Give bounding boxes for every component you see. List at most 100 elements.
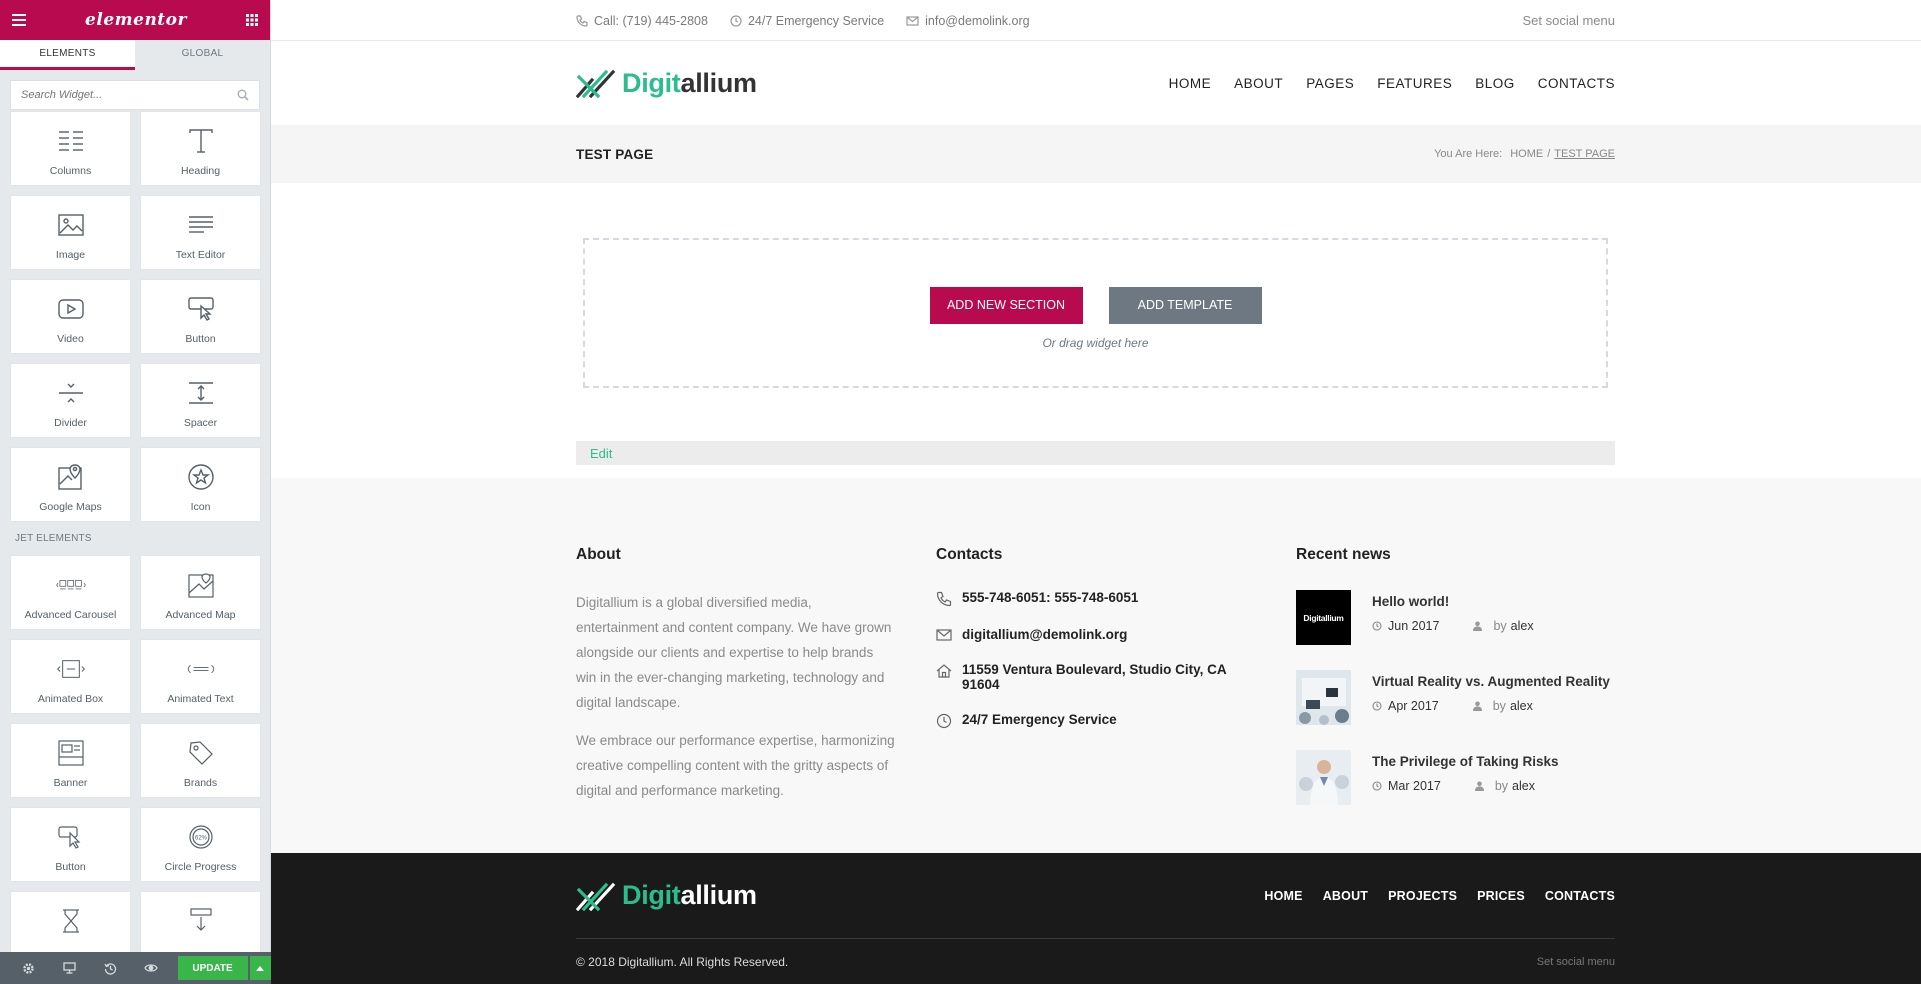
widget-jet-button[interactable]: Button <box>10 807 131 882</box>
panel-tabs: ELEMENTS GLOBAL <box>0 40 270 70</box>
widget-label: Divider <box>54 417 87 429</box>
responsive-desktop-icon[interactable] <box>49 952 90 984</box>
news-title[interactable]: The Privilege of Taking Risks <box>1372 754 1559 769</box>
widget-google-maps[interactable]: Google Maps <box>10 447 131 522</box>
site-logo[interactable]: Digitallium <box>576 68 757 99</box>
nav-about[interactable]: ABOUT <box>1234 76 1283 91</box>
news-item[interactable]: The Privilege of Taking Risks Mar 2017 b… <box>1296 750 1626 805</box>
breadcrumb-separator: / <box>1547 148 1551 160</box>
contact-email[interactable]: digitallium@demolink.org <box>936 627 1256 642</box>
footer-logo[interactable]: Digitallium <box>576 880 757 911</box>
spacer-icon <box>186 378 216 408</box>
nav-blog[interactable]: BLOG <box>1475 76 1515 91</box>
news-date: Jun 2017 <box>1372 619 1439 633</box>
footer-nav-prices[interactable]: PRICES <box>1477 889 1525 903</box>
widget-image[interactable]: Image <box>10 195 131 270</box>
widget-banner[interactable]: Banner <box>10 723 131 798</box>
update-options-arrow[interactable] <box>249 956 271 980</box>
news-thumbnail[interactable] <box>1296 670 1351 725</box>
widget-advanced-map[interactable]: Advanced Map <box>140 555 261 630</box>
widget-video[interactable]: Video <box>10 279 131 354</box>
news-item[interactable]: Virtual Reality vs. Augmented Reality Ap… <box>1296 670 1626 725</box>
footer-nav-contacts[interactable]: CONTACTS <box>1545 889 1615 903</box>
nav-features[interactable]: FEATURES <box>1377 76 1452 91</box>
widget-columns[interactable]: Columns <box>10 111 131 186</box>
add-new-section-button[interactable]: ADD NEW SECTION <box>929 286 1083 324</box>
user-icon <box>1474 781 1490 791</box>
text-editor-icon <box>186 210 216 240</box>
widget-download[interactable] <box>140 891 261 952</box>
widget-text-editor[interactable]: Text Editor <box>140 195 261 270</box>
news-thumbnail[interactable] <box>1296 750 1351 805</box>
svg-text:62%: 62% <box>194 836 207 842</box>
widget-brands[interactable]: Brands <box>140 723 261 798</box>
heading-icon <box>186 126 216 156</box>
nav-home[interactable]: HOME <box>1169 76 1212 91</box>
preview-eye-icon[interactable] <box>131 952 172 984</box>
news-thumbnail[interactable]: Digitallium <box>1296 590 1351 645</box>
settings-gear-icon[interactable] <box>8 952 49 984</box>
footer-nav-projects[interactable]: PROJECTS <box>1388 889 1457 903</box>
widget-advanced-carousel[interactable]: Advanced Carousel <box>10 555 131 630</box>
news-title[interactable]: Virtual Reality vs. Augmented Reality <box>1372 674 1610 689</box>
widget-circle-progress[interactable]: 62% Circle Progress <box>140 807 261 882</box>
nav-pages[interactable]: PAGES <box>1306 76 1354 91</box>
add-section-dropzone[interactable]: ADD NEW SECTION ADD TEMPLATE Or drag wid… <box>583 238 1608 388</box>
topbar-email[interactable]: info@demolink.org <box>906 13 1030 28</box>
search-icon[interactable] <box>237 89 249 101</box>
footer-about: About Digitallium is a global diversifie… <box>576 546 896 816</box>
update-button[interactable]: UPDATE <box>177 956 248 980</box>
phone-icon <box>936 590 962 607</box>
widget-spacer[interactable]: Spacer <box>140 363 261 438</box>
widget-label: Advanced Map <box>165 609 236 621</box>
news-author[interactable]: alex <box>1510 699 1533 713</box>
widget-label: Google Maps <box>39 501 102 513</box>
widget-animated-text[interactable]: Animated Text <box>140 639 261 714</box>
main-nav: HOME ABOUT PAGES FEATURES BLOG CONTACTS <box>1146 76 1615 91</box>
hamburger-menu-icon[interactable] <box>12 14 26 26</box>
history-icon[interactable] <box>90 952 131 984</box>
news-meta: Apr 2017 by alex <box>1372 699 1610 713</box>
news-item[interactable]: Digitallium Hello world! Jun 2017 by ale… <box>1296 590 1626 645</box>
site-footer: Digitallium HOME ABOUT PROJECTS PRICES C… <box>271 853 1921 984</box>
news-author[interactable]: alex <box>1512 779 1535 793</box>
breadcrumb-home[interactable]: HOME <box>1510 148 1543 160</box>
footer-contacts: Contacts 555-748-6051: 555-748-6051 digi… <box>936 546 1256 749</box>
widget-button[interactable]: Button <box>140 279 261 354</box>
divider-icon <box>56 378 86 408</box>
widget-label: Animated Text <box>167 693 234 705</box>
footer-nav-about[interactable]: ABOUT <box>1323 889 1368 903</box>
breadcrumb-current[interactable]: TEST PAGE <box>1554 148 1615 160</box>
widget-animated-box[interactable]: Animated Box <box>10 639 131 714</box>
contact-service-text: 24/7 Emergency Service <box>962 712 1117 727</box>
widget-label: Spacer <box>183 417 218 429</box>
news-meta: Mar 2017 by alex <box>1372 779 1559 793</box>
widget-heading[interactable]: Heading <box>140 111 261 186</box>
widget-label: Animated Box <box>37 693 104 705</box>
footer-social-menu[interactable]: Set social menu <box>1537 956 1615 968</box>
widget-label: Circle Progress <box>164 861 237 873</box>
footer-nav-home[interactable]: HOME <box>1264 889 1302 903</box>
edit-link[interactable]: Edit <box>590 446 612 461</box>
widget-label: Heading <box>180 165 221 177</box>
news-author[interactable]: alex <box>1511 619 1534 633</box>
clock-icon <box>1372 781 1388 791</box>
tab-global[interactable]: GLOBAL <box>135 40 270 70</box>
news-meta: Jun 2017 by alex <box>1372 619 1534 633</box>
search-widget-input[interactable] <box>21 89 237 101</box>
footer-nav: HOME ABOUT PROJECTS PRICES CONTACTS <box>1244 889 1615 903</box>
widget-countdown[interactable] <box>10 891 131 952</box>
tab-elements[interactable]: ELEMENTS <box>0 40 135 70</box>
nav-contacts[interactable]: CONTACTS <box>1538 76 1615 91</box>
news-title[interactable]: Hello world! <box>1372 594 1534 609</box>
news-by-label: by <box>1494 779 1509 793</box>
add-template-button[interactable]: ADD TEMPLATE <box>1108 286 1262 324</box>
widget-icon[interactable]: Icon <box>140 447 261 522</box>
topbar-email-text: info@demolink.org <box>925 13 1030 28</box>
hourglass-icon <box>56 906 86 936</box>
topbar-social-menu[interactable]: Set social menu <box>1523 13 1616 28</box>
widget-divider[interactable]: Divider <box>10 363 131 438</box>
widget-list: Columns Heading Image Text Editor Video … <box>0 111 270 952</box>
widgets-grid-icon[interactable] <box>246 14 258 26</box>
widget-label: Icon <box>190 501 211 513</box>
